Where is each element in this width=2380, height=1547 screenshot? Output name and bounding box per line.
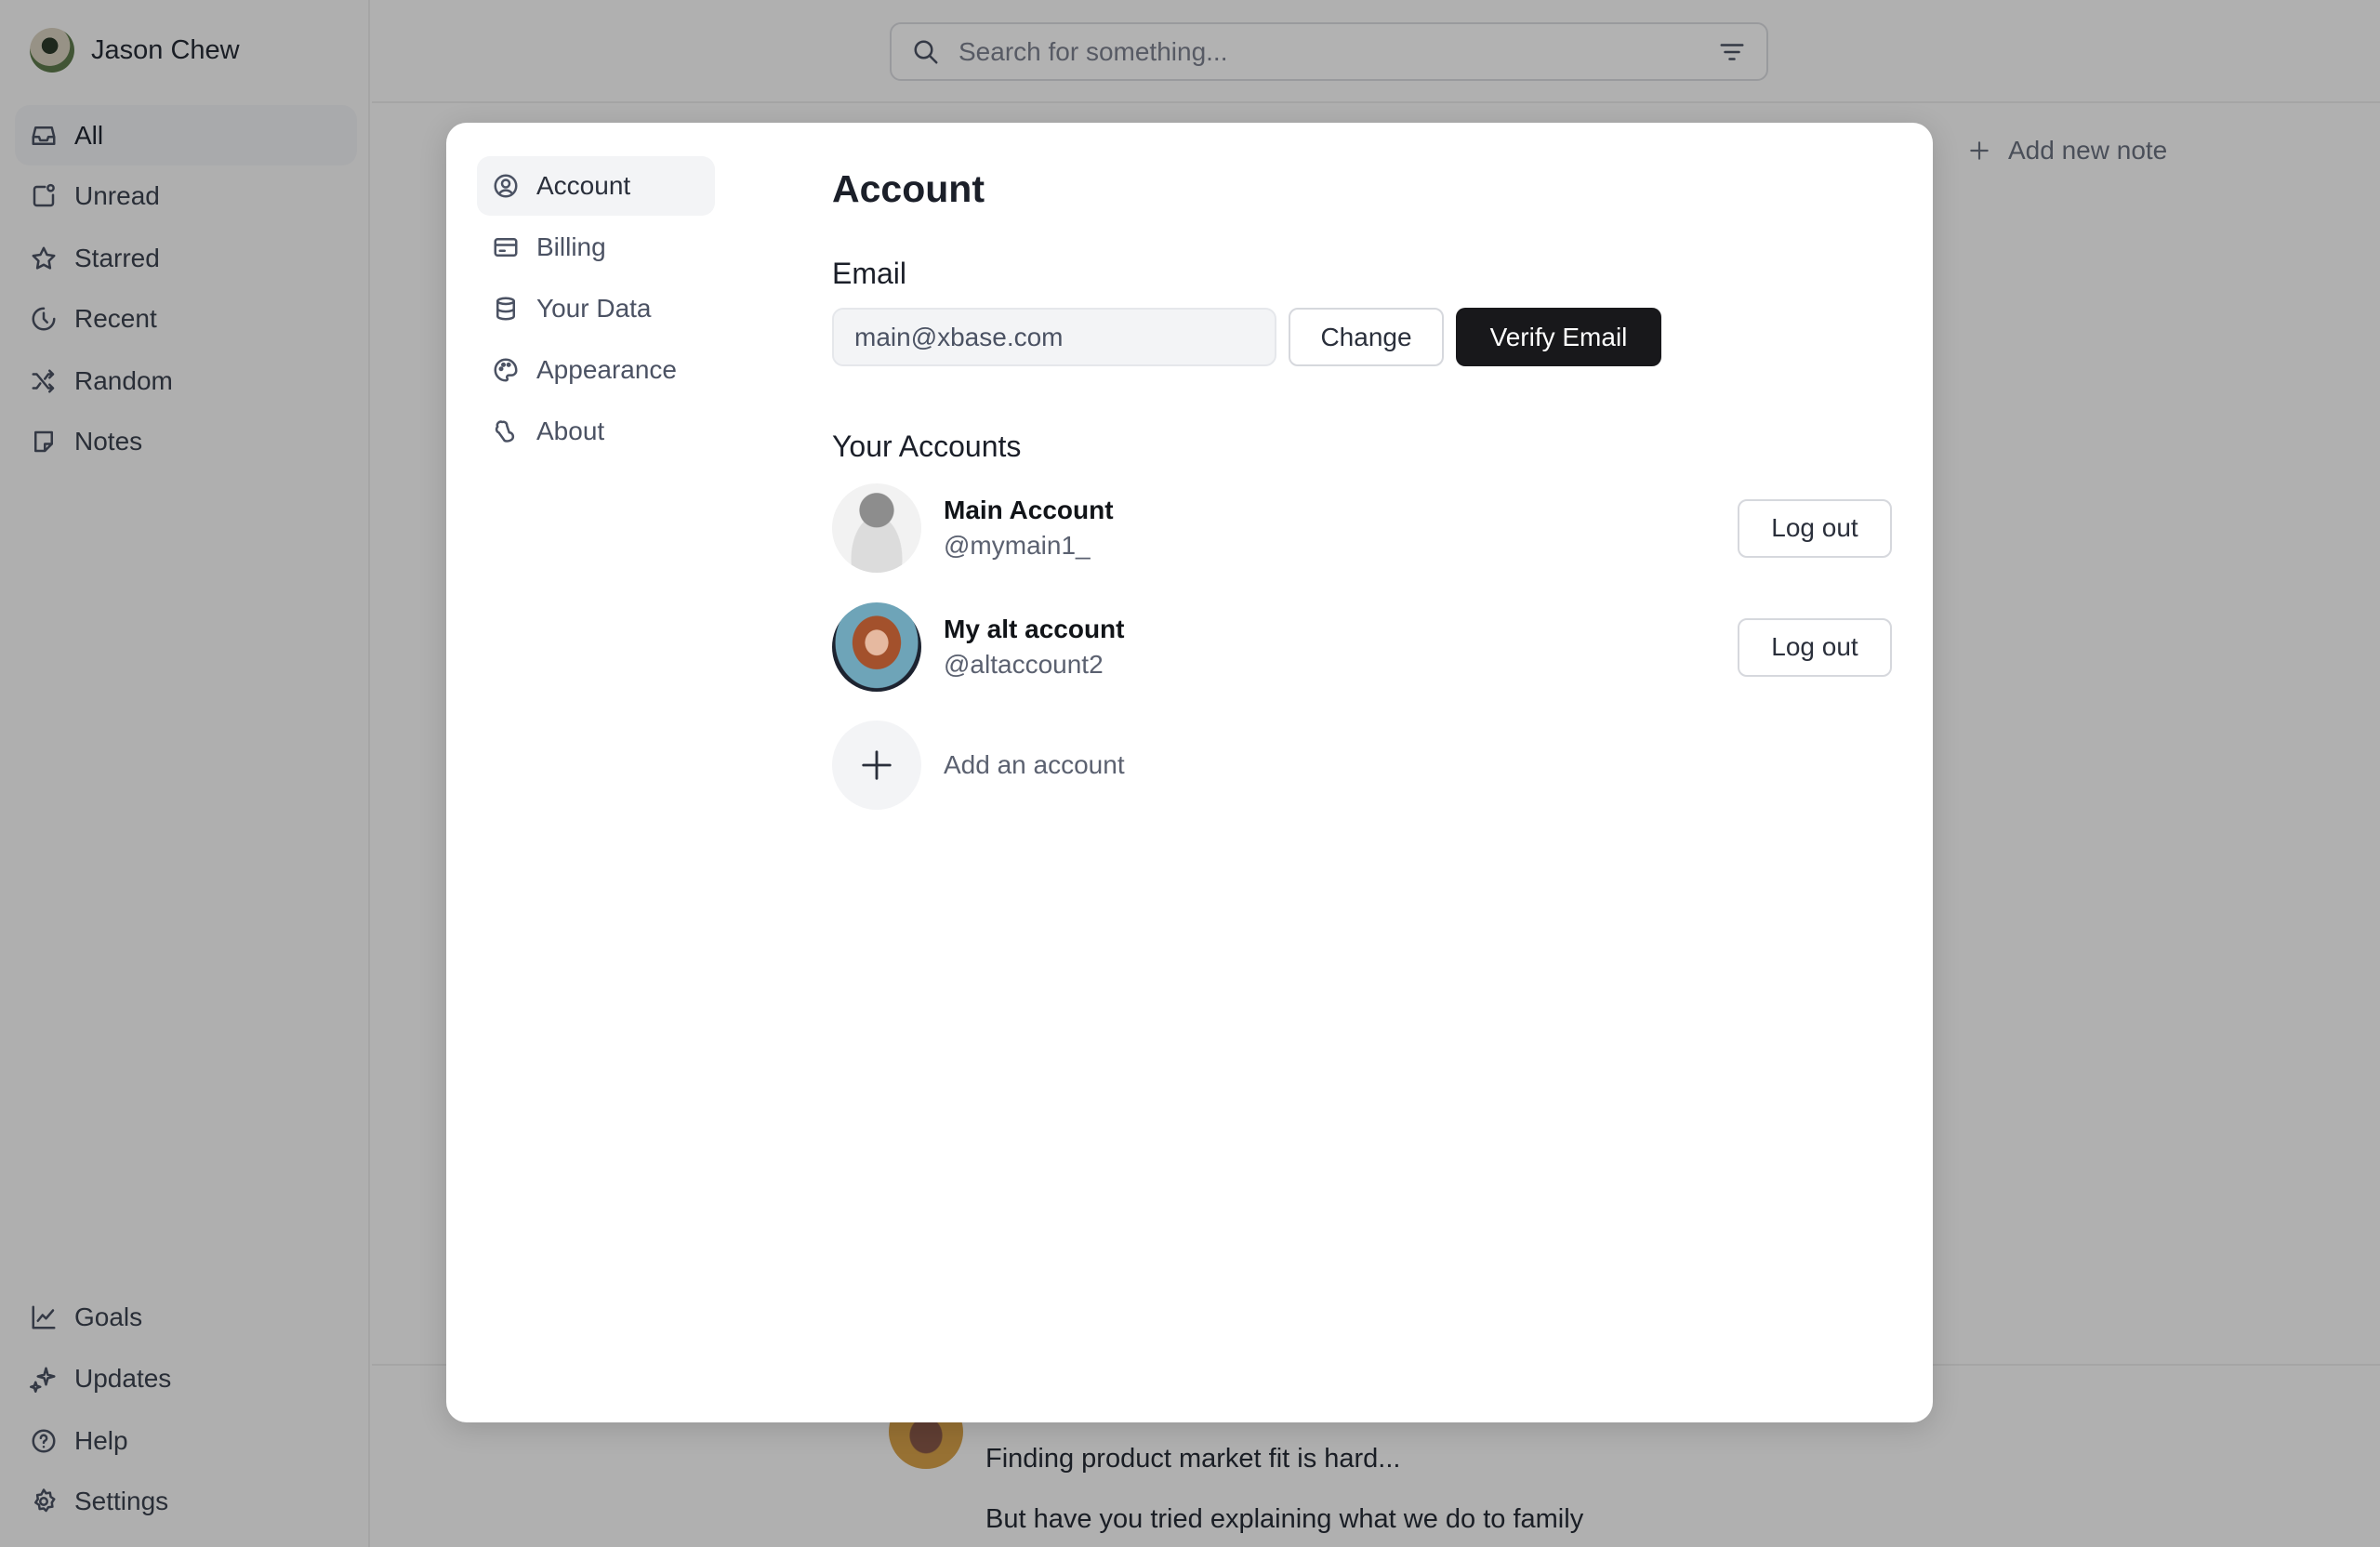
log-out-button[interactable]: Log out: [1738, 617, 1892, 677]
account-name: Main Account: [944, 496, 1114, 524]
modal-nav-label: Billing: [536, 232, 606, 261]
modal-nav-about[interactable]: About: [477, 402, 715, 461]
modal-nav-label: Account: [536, 171, 631, 200]
about-icon: [495, 420, 515, 443]
account-handle: @mymain1_: [944, 531, 1091, 560]
modal-nav-label: Your Data: [536, 294, 652, 323]
palette-icon: [494, 358, 518, 382]
add-account-label: Add an account: [944, 750, 1125, 779]
account-row: Main Account @mymain1_ Log out: [832, 483, 1892, 573]
modal-nav-appearance[interactable]: Appearance: [477, 340, 715, 400]
settings-modal: Account Billing Your Data Appearance Abo…: [446, 123, 1933, 1422]
account-row: My alt account @altaccount2 Log out: [832, 602, 1892, 692]
log-out-button[interactable]: Log out: [1738, 498, 1892, 558]
avatar: [832, 483, 921, 573]
change-email-button[interactable]: Change: [1289, 308, 1444, 366]
page-title: Account: [832, 167, 985, 210]
modal-nav-label: About: [536, 416, 605, 445]
add-account-button[interactable]: Add an account: [832, 721, 1892, 810]
accounts-heading: Your Accounts: [832, 430, 1022, 463]
account-handle: @altaccount2: [944, 650, 1104, 679]
add-account-avatar: [832, 721, 921, 810]
email-label: Email: [832, 257, 907, 290]
plus-icon: [862, 750, 892, 780]
user-circle-icon: [494, 174, 518, 198]
verify-email-button[interactable]: Verify Email: [1456, 308, 1661, 366]
modal-nav-your-data[interactable]: Your Data: [477, 279, 715, 338]
credit-card-icon: [494, 238, 518, 257]
modal-nav-label: Appearance: [536, 355, 678, 384]
modal-nav-billing[interactable]: Billing: [477, 218, 715, 277]
avatar: [832, 602, 921, 692]
email-field[interactable]: main@xbase.com: [832, 308, 1276, 366]
database-icon: [496, 297, 515, 321]
account-name: My alt account: [944, 615, 1125, 643]
modal-nav-account[interactable]: Account: [477, 156, 715, 216]
